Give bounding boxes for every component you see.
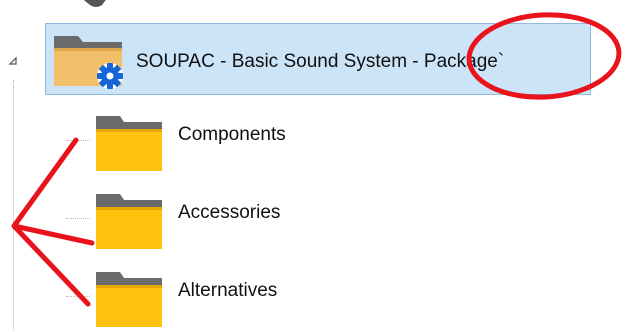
folder-icon	[96, 272, 162, 327]
tree-item-root[interactable]: SOUPAC - Basic Sound System - Package`	[45, 23, 591, 95]
folder-icon	[83, 0, 106, 7]
tree-item-label: Accessories	[178, 202, 281, 223]
annotation-arrows	[11, 137, 95, 307]
tree-guide-line	[66, 140, 90, 141]
tree-item-label: Components	[178, 124, 286, 145]
tree-item-label: Alternatives	[178, 280, 278, 301]
folder-gear-icon	[54, 36, 123, 89]
folder-icon	[96, 194, 162, 249]
collapse-arrow-icon[interactable]	[8, 56, 18, 66]
tree-guide-line	[13, 80, 14, 330]
tree-guide-line	[66, 296, 90, 297]
tree-item-accessories[interactable]: Accessories	[94, 190, 494, 254]
tree-item-label: SOUPAC - Basic Sound System - Package`	[136, 51, 505, 72]
folder-icon	[96, 116, 162, 171]
tree-item-components[interactable]: Components	[94, 112, 494, 176]
tree-guide-line	[66, 218, 90, 219]
tree-item-alternatives[interactable]: Alternatives	[94, 268, 494, 332]
